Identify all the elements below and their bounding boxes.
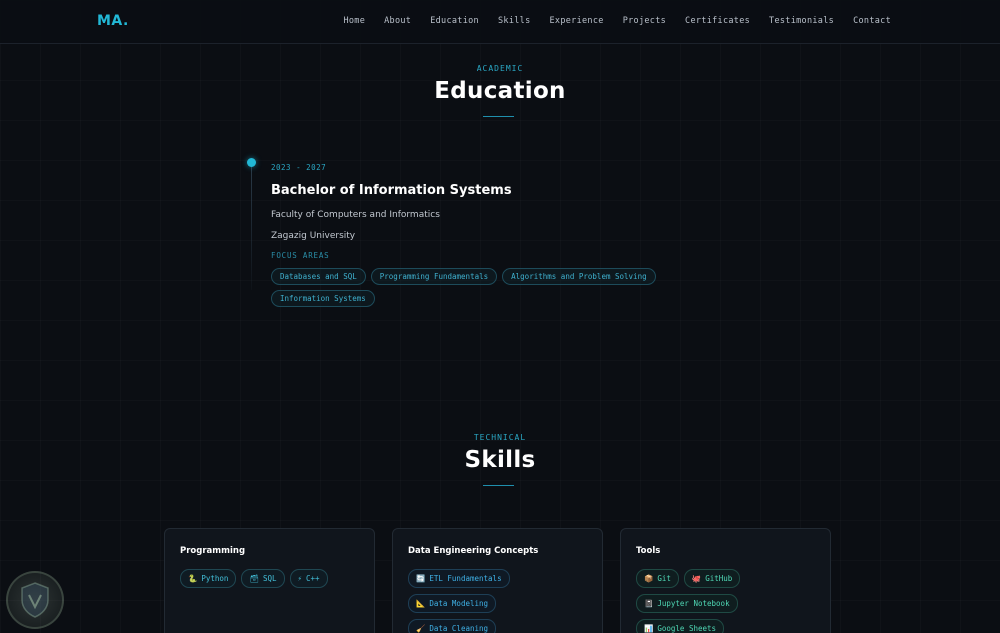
notebook-icon: 📓 <box>644 599 654 608</box>
focus-tag: Algorithms and Problem Solving <box>502 268 656 285</box>
python-icon: 🐍 <box>188 574 198 583</box>
skill-card-data-engineering: Data Engineering Concepts 🔄 ETL Fundamen… <box>392 528 603 633</box>
skills-eyebrow: TECHNICAL <box>473 433 527 442</box>
bar-chart-icon: 📊 <box>644 624 654 633</box>
cycle-icon: 🔄 <box>416 574 426 583</box>
skill-chip-jupyter: 📓 Jupyter Notebook <box>636 594 738 613</box>
skill-chip-python: 🐍 Python <box>180 569 237 588</box>
lightning-icon: ⚡ <box>297 574 303 583</box>
top-navbar: MA. Home About Education Skills Experien… <box>0 0 1000 44</box>
focus-tag: Databases and SQL <box>271 268 366 285</box>
skills-title: Skills <box>464 447 536 473</box>
education-university: Zagazig University <box>271 231 356 241</box>
skill-chip-data-modeling: 📐 Data Modeling <box>408 594 497 613</box>
focus-tag: Information Systems <box>271 290 375 307</box>
education-degree: Bachelor of Information Systems <box>271 183 512 198</box>
skill-card-title: Programming <box>180 546 246 556</box>
skill-chip-git: 📦 Git <box>636 569 679 588</box>
shield-icon <box>21 582 49 618</box>
timeline-line <box>251 165 252 290</box>
education-years: 2023 - 2027 <box>271 163 327 172</box>
nav-link-home[interactable]: Home <box>343 16 365 26</box>
nav-link-testimonials[interactable]: Testimonials <box>769 16 834 26</box>
skill-chip-label: ETL Fundamentals <box>429 574 502 583</box>
education-faculty: Faculty of Computers and Informatics <box>271 210 440 220</box>
site-logo[interactable]: MA. <box>97 13 129 29</box>
nav-link-contact[interactable]: Contact <box>853 16 891 26</box>
nav-link-skills[interactable]: Skills <box>498 16 531 26</box>
nav-links: Home About Education Skills Experience P… <box>324 16 891 26</box>
skill-chip-sql: 🗃 SQL <box>241 569 285 588</box>
skill-chip-data-cleaning: 🧹 Data Cleaning <box>408 619 497 633</box>
nav-link-projects[interactable]: Projects <box>623 16 666 26</box>
education-title-underline <box>483 116 514 117</box>
package-icon: 📦 <box>644 574 654 583</box>
focus-areas-list: Databases and SQL Programming Fundamenta… <box>271 268 701 307</box>
skills-title-underline <box>483 485 514 486</box>
skill-chip-etl: 🔄 ETL Fundamentals <box>408 569 510 588</box>
education-eyebrow: ACADEMIC <box>476 64 524 73</box>
skill-chip-list: 🔄 ETL Fundamentals 📐 Data Modeling 🧹 Dat… <box>408 569 593 633</box>
skill-chip-list: 🐍 Python 🗃 SQL ⚡ C++ <box>180 569 365 588</box>
octopus-icon: 🐙 <box>691 574 702 583</box>
nav-link-about[interactable]: About <box>384 16 411 26</box>
skill-chip-label: Data Cleaning <box>429 624 489 633</box>
nav-link-education[interactable]: Education <box>430 16 479 26</box>
skill-chip-google-sheets: 📊 Google Sheets <box>636 619 725 633</box>
skill-chip-label: Python <box>201 574 229 583</box>
nav-link-experience[interactable]: Experience <box>550 16 604 26</box>
skill-card-programming: Programming 🐍 Python 🗃 SQL ⚡ C++ <box>164 528 375 633</box>
skill-chip-label: SQL <box>262 574 277 583</box>
database-icon: 🗃 <box>249 574 259 583</box>
ruler-icon: 📐 <box>416 599 426 608</box>
skill-chip-label: Jupyter Notebook <box>657 599 730 608</box>
watermark-shield-icon <box>6 571 64 629</box>
skill-chip-label: Google Sheets <box>657 624 717 633</box>
skill-chip-github: 🐙 GitHub <box>683 569 741 588</box>
timeline-dot-icon <box>247 158 256 167</box>
skill-card-title: Data Engineering Concepts <box>408 546 539 556</box>
skill-chip-label: GitHub <box>705 574 733 583</box>
focus-areas-label: FOCUS AREAS <box>271 251 330 260</box>
skill-chip-cpp: ⚡ C++ <box>289 569 328 588</box>
broom-icon: 🧹 <box>416 624 426 633</box>
nav-link-certificates[interactable]: Certificates <box>685 16 750 26</box>
education-title: Education <box>434 78 566 104</box>
skill-chip-label: C++ <box>306 574 320 583</box>
focus-tag: Programming Fundamentals <box>370 268 498 285</box>
skill-card-title: Tools <box>636 546 661 556</box>
skill-card-tools: Tools 📦 Git 🐙 GitHub 📓 Jupyter Notebook … <box>620 528 831 633</box>
skill-chip-label: Git <box>657 574 671 583</box>
skill-chip-list: 📦 Git 🐙 GitHub 📓 Jupyter Notebook 📊 Goog… <box>636 569 821 633</box>
skill-chip-label: Data Modeling <box>429 599 489 608</box>
